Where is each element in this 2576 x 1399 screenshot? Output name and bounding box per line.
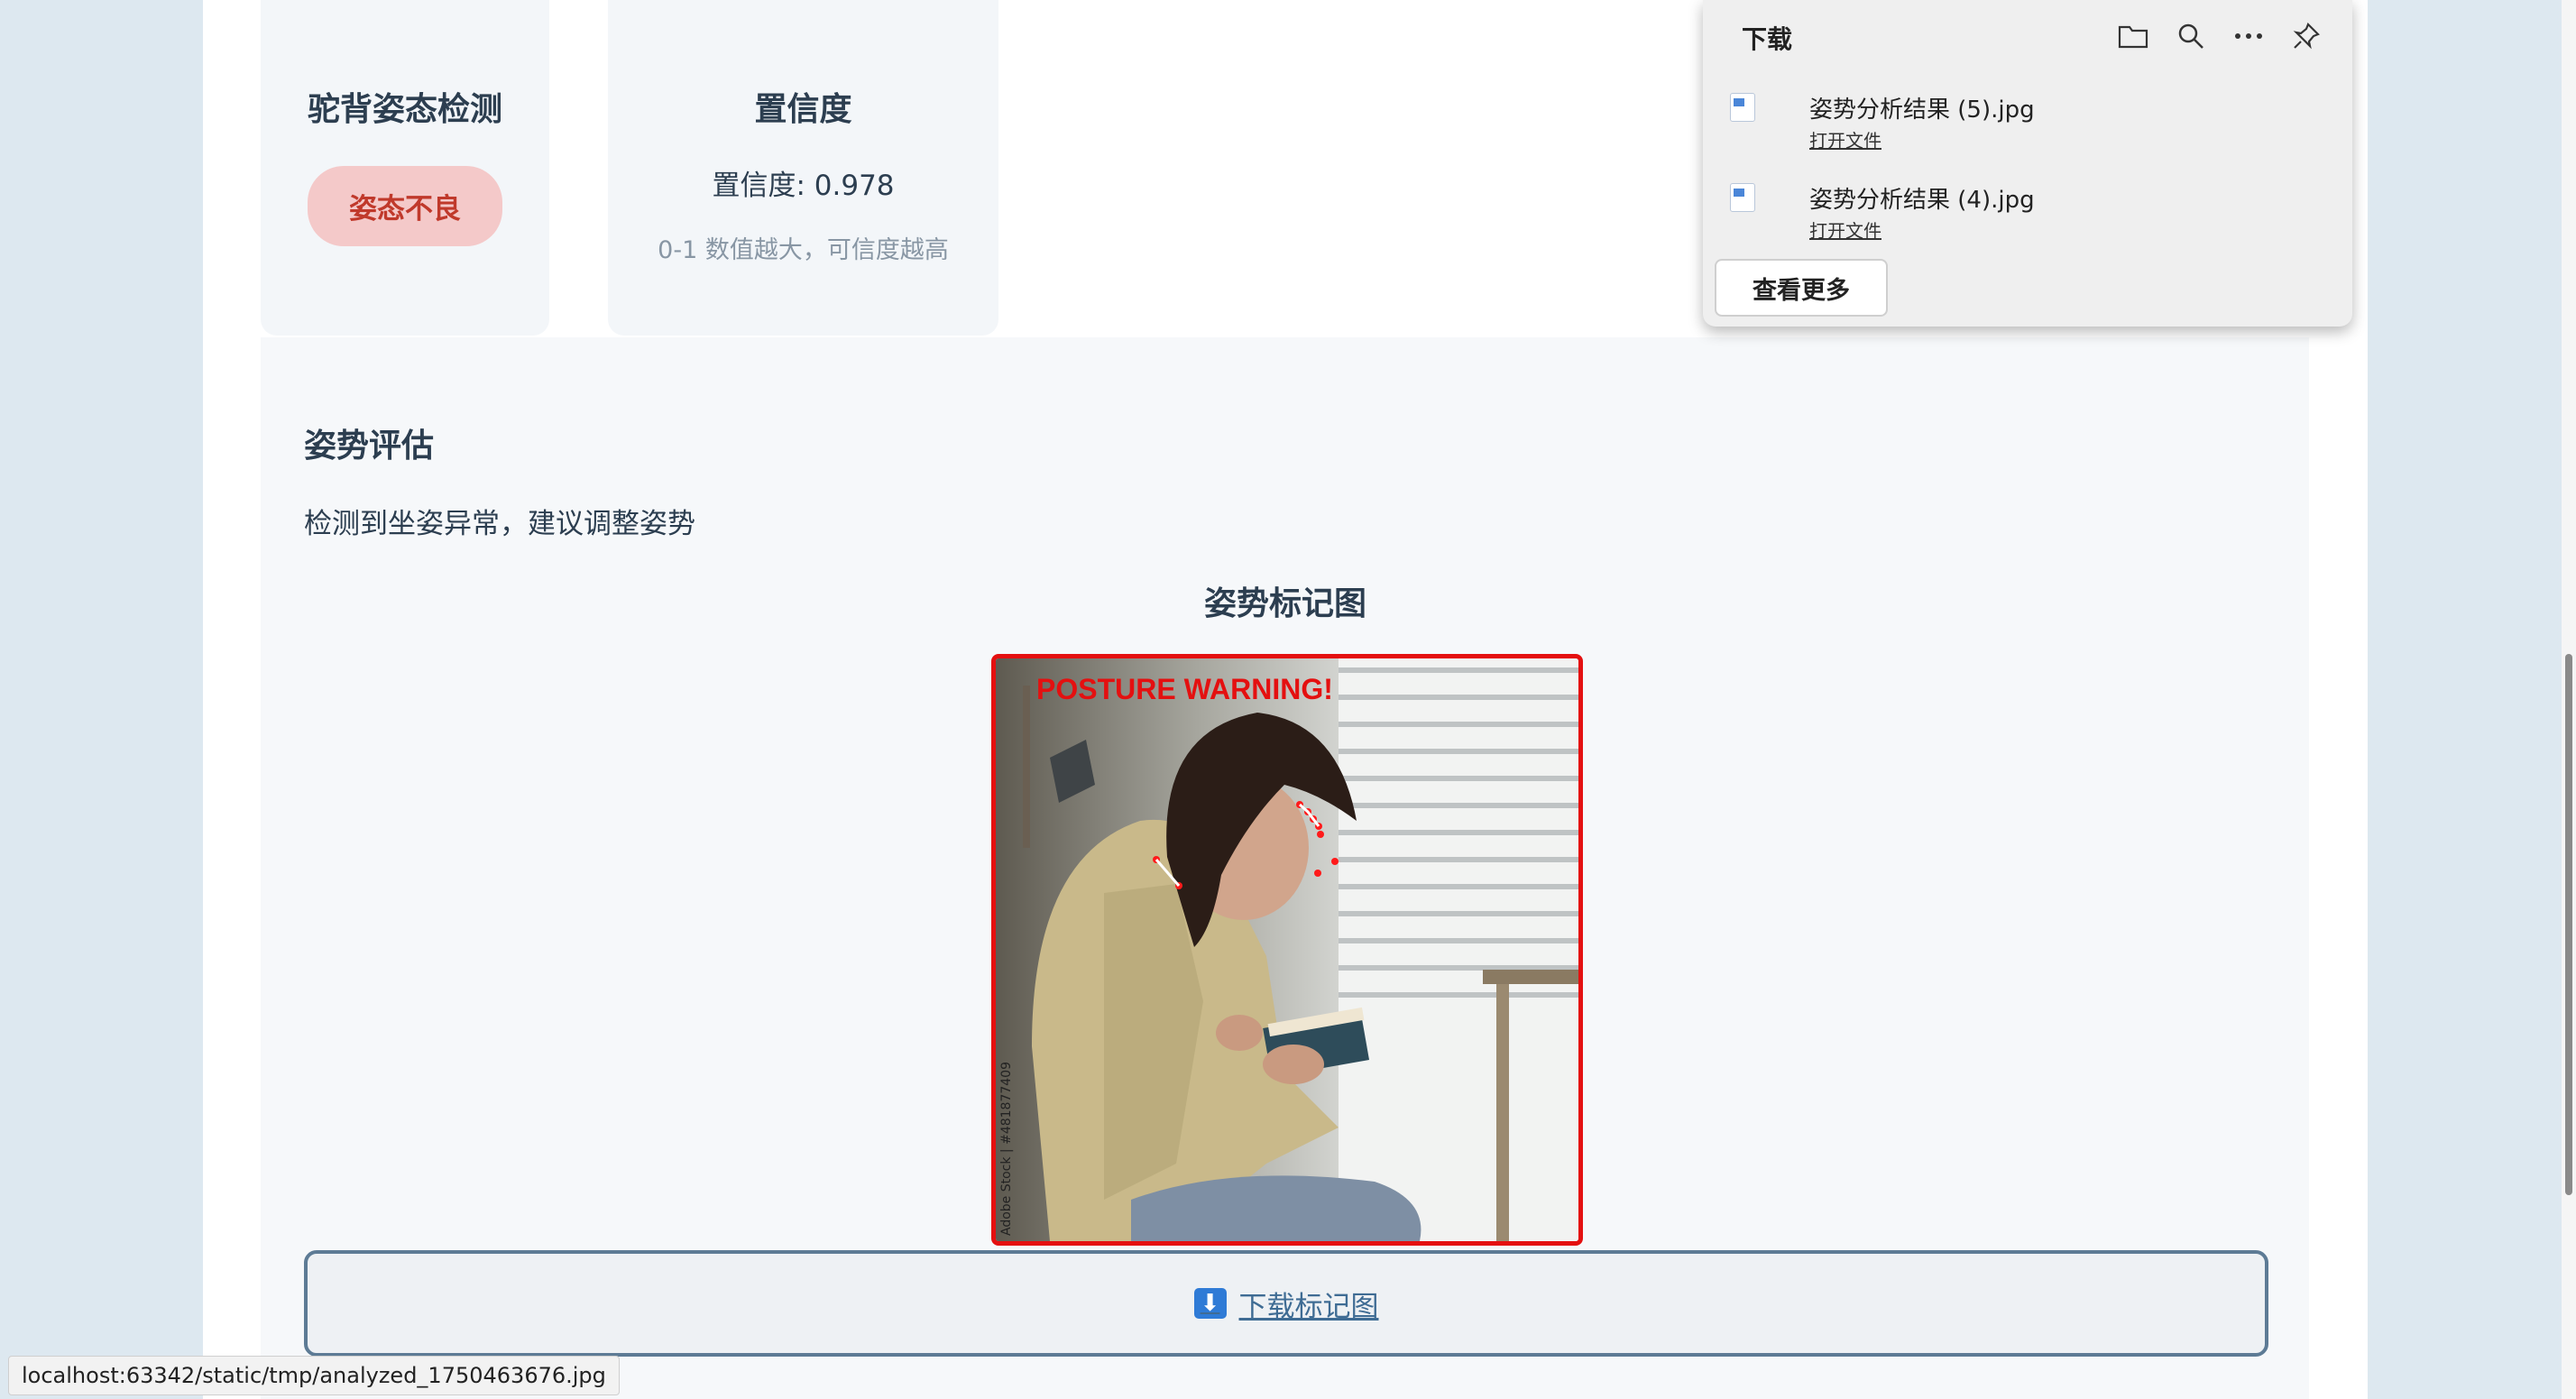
downloads-panel-title: 下载	[1742, 24, 1793, 54]
confidence-card-title: 置信度	[754, 91, 852, 128]
more-icon[interactable]	[2229, 16, 2268, 56]
posture-card: 驼背姿态检测 姿态不良	[261, 0, 549, 336]
download-marked-image-button[interactable]: ⬇ 下载标记图	[304, 1250, 2268, 1357]
scrollbar-thumb[interactable]	[2565, 654, 2572, 1195]
open-file-link[interactable]: 打开文件	[1809, 216, 1881, 243]
confidence-card: 置信度 置信度: 0.978 0-1 数值越大，可信度越高	[608, 0, 998, 336]
scrollbar[interactable]	[2562, 0, 2576, 1399]
open-file-link[interactable]: 打开文件	[1809, 126, 1881, 152]
downloads-panel: 下载 姿势分析结果 (5).jpg 打开文件 姿势分析结果 (4).jpg 打开…	[1703, 0, 2352, 327]
status-url: localhost:63342/static/tmp/analyzed_1750…	[8, 1356, 620, 1395]
folder-icon[interactable]	[2113, 16, 2153, 56]
image-watermark: Adobe Stock | #481877409	[999, 1062, 1014, 1236]
file-icon	[1730, 93, 1755, 122]
posture-warning-label: POSTURE WARNING!	[1036, 673, 1333, 705]
download-marked-image-label: 下载标记图	[1238, 1290, 1379, 1323]
download-file-name: 姿势分析结果 (4).jpg	[1809, 187, 2035, 214]
assessment-title: 姿势评估	[304, 428, 435, 465]
image-title: 姿势标记图	[1203, 585, 1366, 622]
download-icon: ⬇	[1193, 1288, 1227, 1319]
search-icon[interactable]	[2171, 16, 2211, 56]
download-file-name: 姿势分析结果 (5).jpg	[1809, 97, 2035, 124]
confidence-hint: 0-1 数值越大，可信度越高	[658, 236, 949, 264]
posture-card-title: 驼背姿态检测	[307, 91, 502, 128]
status-badge: 姿态不良	[308, 166, 502, 246]
download-item[interactable]: 姿势分析结果 (4).jpg 打开文件	[1730, 176, 2307, 248]
download-item[interactable]: 姿势分析结果 (5).jpg 打开文件	[1730, 86, 2307, 158]
file-icon	[1730, 183, 1755, 212]
posture-marked-image: Adobe Stock | #481877409 POSTURE WARNING…	[991, 654, 1583, 1246]
see-more-button[interactable]: 查看更多	[1715, 259, 1888, 317]
posture-photo: Adobe Stock | #481877409 POSTURE WARNING…	[996, 658, 1578, 1241]
confidence-value: 置信度: 0.978	[712, 170, 895, 202]
assessment-text: 检测到坐姿异常，建议调整姿势	[304, 508, 695, 540]
pin-icon[interactable]	[2286, 16, 2326, 56]
